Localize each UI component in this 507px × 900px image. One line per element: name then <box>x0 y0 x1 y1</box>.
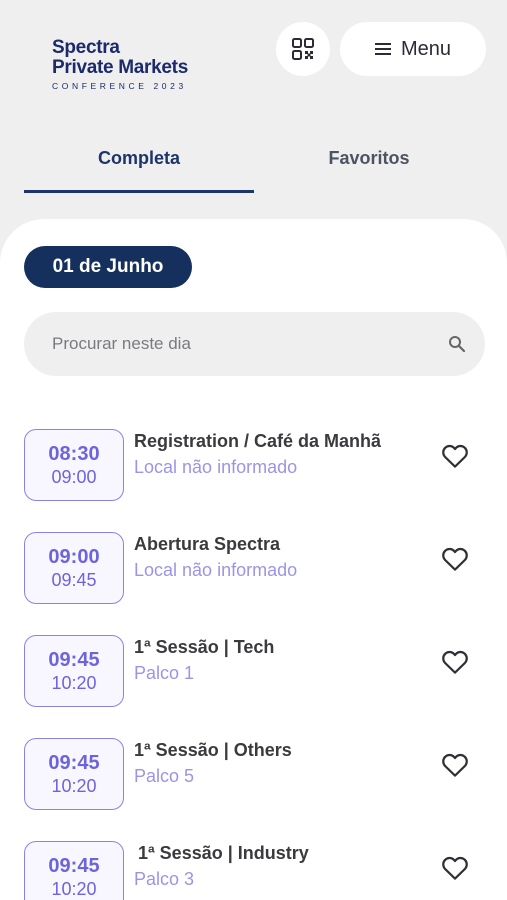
logo-line-3: CONFERENCE 2023 <box>52 81 187 91</box>
session-end-time: 10:20 <box>51 879 97 899</box>
heart-icon[interactable] <box>440 441 470 471</box>
logo-line-1: Spectra <box>52 37 120 58</box>
session-time: 09:45 10:20 <box>24 738 124 810</box>
session-title: 1ª Sessão | Others <box>134 740 292 760</box>
active-tab-indicator <box>24 190 254 193</box>
session-start-time: 09:00 <box>48 546 100 568</box>
session-location: Palco 5 <box>134 766 195 786</box>
qr-code-icon <box>292 38 314 60</box>
session-end-time: 10:20 <box>51 673 97 693</box>
session-start-time: 08:30 <box>48 443 100 465</box>
session-title: Abertura Spectra <box>134 534 281 554</box>
session-time: 08:30 09:00 <box>24 429 124 501</box>
session-title: 1ª Sessão | Industry <box>138 843 309 863</box>
session-end-time: 09:00 <box>51 467 97 487</box>
session-title: 1ª Sessão | Tech <box>134 637 275 657</box>
session-item[interactable]: 09:45 10:20 1ª Sessão | Others Palco 5 <box>24 738 485 810</box>
session-time: 09:45 10:20 <box>24 635 124 707</box>
heart-icon[interactable] <box>440 750 470 780</box>
search-input[interactable] <box>52 312 432 376</box>
session-item[interactable]: 09:00 09:45 Abertura Spectra Local não i… <box>24 532 485 604</box>
session-location: Palco 1 <box>134 663 195 683</box>
logo: Spectra Private Markets CONFERENCE 2023 <box>52 38 222 98</box>
session-time: 09:00 09:45 <box>24 532 124 604</box>
logo-line-2: Private Markets <box>52 57 188 78</box>
search-bar <box>24 312 485 376</box>
tab-completa[interactable]: Completa <box>24 148 254 169</box>
session-time: 09:45 10:20 <box>24 841 124 900</box>
search-icon[interactable] <box>448 335 466 353</box>
hamburger-icon <box>374 43 391 55</box>
menu-button[interactable]: Menu <box>340 22 486 76</box>
session-location: Palco 3 <box>134 869 195 889</box>
schedule-panel: 01 de Junho 08:30 09:00 Registration / C… <box>0 219 507 900</box>
session-item[interactable]: 09:45 10:20 1ª Sessão | Industry Palco 3 <box>24 841 485 900</box>
session-location: Local não informado <box>134 457 298 477</box>
session-title: Registration / Café da Manhã <box>134 431 382 451</box>
qr-code-button[interactable] <box>276 22 330 76</box>
session-location: Local não informado <box>134 560 298 580</box>
app-header: Spectra Private Markets CONFERENCE 2023 … <box>0 0 507 110</box>
session-end-time: 09:45 <box>51 570 97 590</box>
session-start-time: 09:45 <box>48 855 100 877</box>
heart-icon[interactable] <box>440 544 470 574</box>
session-item[interactable]: 08:30 09:00 Registration / Café da Manhã… <box>24 429 485 501</box>
tab-favoritos[interactable]: Favoritos <box>254 148 484 169</box>
session-start-time: 09:45 <box>48 649 100 671</box>
menu-label: Menu <box>400 37 452 60</box>
session-start-time: 09:45 <box>48 752 100 774</box>
date-selector[interactable]: 01 de Junho <box>24 246 192 288</box>
session-item[interactable]: 09:45 10:20 1ª Sessão | Tech Palco 1 <box>24 635 485 707</box>
session-end-time: 10:20 <box>51 776 97 796</box>
heart-icon[interactable] <box>440 647 470 677</box>
heart-icon[interactable] <box>440 853 470 883</box>
schedule-tabs: Completa Favoritos <box>0 140 507 194</box>
